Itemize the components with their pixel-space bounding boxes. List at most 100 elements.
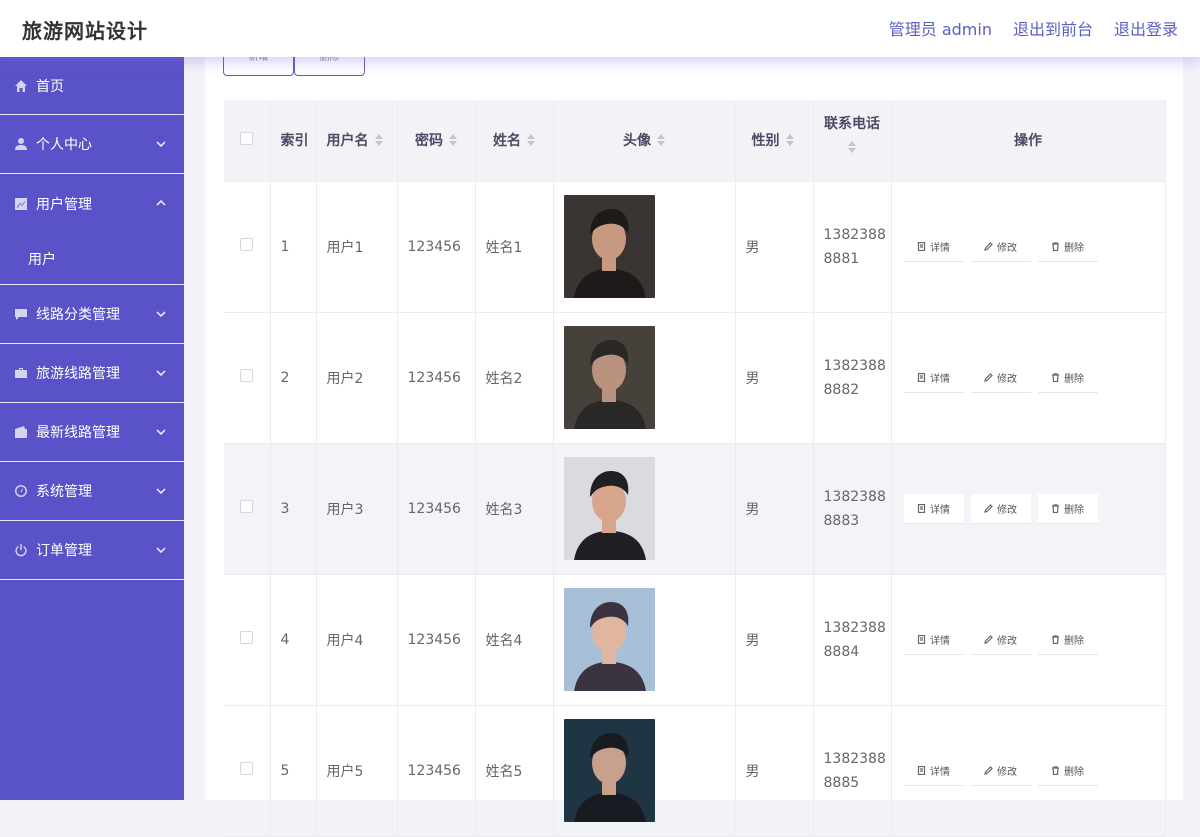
sidebar-item-label: 个人中心 bbox=[36, 137, 92, 153]
row-actions: 详情 修改 删除 bbox=[902, 362, 1165, 393]
main-content: 新增 删除 索引 用户名 密码 姓名 头像 性别 联系电话 操作 1 用户1 1… bbox=[205, 0, 1183, 837]
header-label: 操作 bbox=[1014, 133, 1042, 150]
sidebar-item-latest-routes[interactable]: 最新线路管理 bbox=[0, 403, 184, 462]
cell-actions: 详情 修改 删除 bbox=[891, 705, 1166, 837]
edit-button[interactable]: 修改 bbox=[970, 493, 1031, 524]
sidebar-item-label: 订单管理 bbox=[36, 543, 92, 559]
row-actions: 详情 修改 删除 bbox=[902, 755, 1165, 786]
document-icon bbox=[917, 241, 926, 251]
sort-icon[interactable] bbox=[785, 134, 794, 147]
phone-line-2: 8882 bbox=[823, 381, 860, 398]
phone-line-2: 8885 bbox=[823, 774, 860, 791]
delete-label: 删除 bbox=[1064, 242, 1084, 254]
sort-icon[interactable] bbox=[374, 134, 383, 147]
sort-icon[interactable] bbox=[848, 140, 856, 153]
sidebar-item-orders[interactable]: 订单管理 bbox=[0, 521, 184, 580]
table-header-row: 索引 用户名 密码 姓名 头像 性别 联系电话 操作 bbox=[224, 100, 1166, 182]
delete-button[interactable]: 删除 bbox=[1037, 362, 1098, 393]
sort-icon[interactable] bbox=[449, 134, 457, 147]
detail-label: 详情 bbox=[930, 635, 950, 647]
row-checkbox[interactable] bbox=[240, 500, 254, 513]
sidebar-item-travel-routes[interactable]: 旅游线路管理 bbox=[0, 344, 184, 403]
header-label: 联系电话 bbox=[824, 115, 880, 132]
header-avatar[interactable]: 头像 bbox=[553, 100, 736, 182]
sort-icon[interactable] bbox=[657, 134, 665, 147]
row-checkbox[interactable] bbox=[240, 762, 254, 775]
row-checkbox[interactable] bbox=[240, 369, 254, 382]
cell-password: 123456 bbox=[397, 574, 476, 706]
document-icon bbox=[917, 503, 926, 513]
detail-button[interactable]: 详情 bbox=[903, 231, 964, 262]
chevron-down-icon bbox=[156, 307, 166, 318]
detail-label: 详情 bbox=[930, 242, 950, 254]
header-password[interactable]: 密码 bbox=[397, 100, 476, 182]
detail-button[interactable]: 详情 bbox=[903, 755, 964, 786]
document-icon bbox=[917, 765, 926, 775]
cell-index: 3 bbox=[270, 443, 317, 575]
detail-button[interactable]: 详情 bbox=[903, 493, 964, 524]
header-username[interactable]: 用户名 bbox=[316, 100, 398, 182]
delete-button[interactable]: 删除 bbox=[1037, 493, 1098, 524]
cell-username: 用户3 bbox=[316, 443, 398, 575]
wallet-icon bbox=[14, 425, 28, 439]
cell-phone: 1382388 8885 bbox=[813, 705, 892, 837]
table-row: 1 用户1 123456 姓名1 男 1382388 8881 详情 修改 删除 bbox=[224, 181, 1166, 313]
edit-label: 修改 bbox=[997, 373, 1017, 385]
detail-button[interactable]: 详情 bbox=[903, 362, 964, 393]
pencil-icon bbox=[984, 372, 993, 382]
sort-icon[interactable] bbox=[527, 134, 535, 147]
edit-button[interactable]: 修改 bbox=[970, 755, 1031, 786]
delete-button[interactable]: 删除 bbox=[1037, 231, 1098, 262]
delete-button[interactable]: 删除 bbox=[1037, 755, 1098, 786]
row-actions: 详情 修改 删除 bbox=[902, 493, 1165, 524]
cell-avatar bbox=[553, 574, 736, 706]
header-gender[interactable]: 性别 bbox=[735, 100, 814, 182]
header-name[interactable]: 姓名 bbox=[475, 100, 554, 182]
sidebar-item-route-category[interactable]: 线路分类管理 bbox=[0, 285, 184, 344]
edit-button[interactable]: 修改 bbox=[970, 624, 1031, 655]
phone-line-1: 1382388 bbox=[823, 750, 886, 767]
cell-gender: 男 bbox=[735, 574, 814, 706]
admin-label[interactable]: 管理员 admin bbox=[889, 16, 992, 40]
detail-label: 详情 bbox=[930, 766, 950, 778]
cell-actions: 详情 修改 删除 bbox=[891, 181, 1166, 313]
header-phone[interactable]: 联系电话 bbox=[813, 100, 892, 182]
select-all-checkbox[interactable] bbox=[240, 131, 254, 145]
user-icon bbox=[14, 137, 28, 151]
sidebar-subitem-users[interactable]: 用户 bbox=[0, 233, 184, 285]
edit-label: 修改 bbox=[997, 242, 1017, 254]
row-actions: 详情 修改 删除 bbox=[902, 231, 1165, 262]
trash-icon bbox=[1052, 241, 1059, 251]
header-label: 头像 bbox=[623, 133, 651, 150]
row-select-cell bbox=[224, 443, 271, 575]
pencil-icon bbox=[984, 634, 993, 644]
cell-username: 用户1 bbox=[316, 181, 398, 313]
exit-to-frontend-link[interactable]: 退出到前台 bbox=[1013, 16, 1093, 40]
cell-gender: 男 bbox=[735, 443, 814, 575]
detail-button[interactable]: 详情 bbox=[903, 624, 964, 655]
cell-avatar bbox=[553, 705, 736, 837]
sidebar-item-home[interactable]: 首页 bbox=[0, 57, 184, 115]
gauge-icon bbox=[14, 484, 28, 498]
cell-index: 2 bbox=[270, 312, 317, 444]
cell-actions: 详情 修改 删除 bbox=[891, 312, 1166, 444]
row-checkbox[interactable] bbox=[240, 631, 254, 644]
row-checkbox[interactable] bbox=[240, 238, 254, 251]
cell-avatar bbox=[553, 443, 736, 575]
avatar-image bbox=[563, 719, 655, 822]
sidebar-item-personal-center[interactable]: 个人中心 bbox=[0, 115, 184, 174]
edit-button[interactable]: 修改 bbox=[970, 362, 1031, 393]
sidebar-item-user-management[interactable]: 用户管理 bbox=[0, 174, 184, 233]
trash-icon bbox=[1052, 372, 1059, 382]
avatar-image bbox=[563, 588, 655, 691]
sidebar-item-system[interactable]: 系统管理 bbox=[0, 462, 184, 521]
edit-button[interactable]: 修改 bbox=[970, 231, 1031, 262]
pencil-icon bbox=[984, 765, 993, 775]
chevron-down-icon bbox=[156, 484, 166, 495]
logout-link[interactable]: 退出登录 bbox=[1114, 16, 1178, 40]
document-icon bbox=[917, 372, 926, 382]
delete-button[interactable]: 删除 bbox=[1037, 624, 1098, 655]
sidebar-item-label: 线路分类管理 bbox=[36, 307, 120, 323]
cell-phone: 1382388 8882 bbox=[813, 312, 892, 444]
cell-phone: 1382388 8884 bbox=[813, 574, 892, 706]
